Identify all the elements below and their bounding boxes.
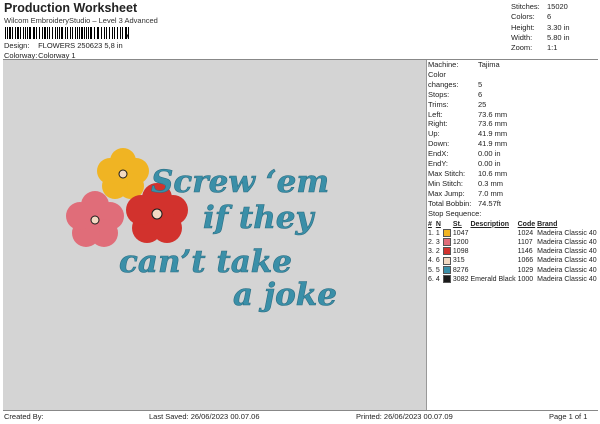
page-title: Production Worksheet (4, 1, 138, 15)
barcode (5, 27, 129, 39)
machine-info-row: Down: 41.9 mm (428, 139, 508, 149)
design-text-line-2: if they (203, 200, 315, 236)
machine-info-panel: Machine: Tajima Color changes: 5 Stops: 6 Trim… (428, 60, 598, 284)
stat-row: Zoom: 1:1 (511, 43, 558, 53)
machine-info-row: Max Stitch: 10.6 mm (428, 168, 508, 178)
machine-info-row: Machine: Tajima (428, 60, 500, 69)
design-label: Design: (4, 41, 30, 50)
footer-last-saved: Last Saved: 26/06/2023 00.07.06 (149, 412, 260, 421)
table-row: 1. 1 1047 1024 Madeira Classic 40 (428, 228, 597, 237)
stop-sequence-table: # N St. Description Code Brand 1. 1 1047 10… (428, 220, 599, 285)
footer-created-by: Created By: (4, 412, 44, 421)
pink-flower (66, 191, 124, 247)
stat-row: Colors: 6 (511, 12, 552, 22)
color-swatch (442, 256, 451, 265)
color-swatch (442, 275, 451, 284)
table-row: 6. 4 3082 Emerald Black 1000 Madeira Classic … (428, 275, 597, 284)
machine-info-row: Left: 73.6 mm (428, 109, 508, 119)
barcode-suffix: , (126, 28, 129, 39)
design-preview: Screw ‘em if they can’t take a joke (3, 60, 427, 410)
machine-info-row: Stops: 6 (428, 89, 483, 99)
color-swatch (442, 265, 451, 274)
table-row: 2. 3 1200 1107 Madeira Classic 40 (428, 237, 597, 246)
stat-row: Stitches: 15020 (511, 2, 568, 11)
stats-block: Stitches: 15020 Colors: 6 Height: 3.30 in W… (511, 2, 570, 53)
table-row: 5. 5 8276 1029 Madeira Classic 40 (428, 265, 597, 274)
machine-info-row: Min Stitch: 0.3 mm (428, 178, 504, 188)
design-text-line-4: a joke (233, 277, 337, 313)
design-value: FLOWERS 250623 5,8 in (38, 41, 123, 50)
stat-row: Height: 3.30 in (511, 22, 570, 32)
embroidery-design: Screw ‘em if they can’t take a joke (66, 148, 337, 313)
footer-printed: Printed: 26/06/2023 00.07.09 (356, 412, 453, 421)
yellow-flower (97, 148, 149, 199)
stat-row: Width: 5.80 in (511, 32, 570, 42)
stop-sequence-label: Stop Sequence: (428, 208, 482, 218)
design-text-line-3: can’t take (119, 244, 292, 280)
footer-divider (3, 410, 598, 411)
software-subtitle: Wilcom EmbroideryStudio – Level 3 Advanc… (4, 16, 158, 25)
table-row: 4. 6 315 1066 Madeira Classic 40 (428, 256, 597, 265)
machine-info-row: Color changes: 5 (428, 69, 483, 89)
machine-info-row: Total Bobbin: 74.57ft (428, 198, 501, 208)
stop-table-header: # N St. Description Code Brand (428, 220, 558, 228)
design-text-line-1: Screw ‘em (151, 164, 329, 200)
table-row: 3. 2 1098 1146 Madeira Classic 40 (428, 247, 597, 256)
machine-info-row: EndX: 0.00 in (428, 149, 501, 159)
machine-info-row: Max Jump: 7.0 mm (428, 188, 504, 198)
machine-info-row: EndY: 0.00 in (428, 159, 501, 169)
machine-info-row: Right: 73.6 mm (428, 119, 508, 129)
color-swatch (442, 228, 451, 237)
color-swatch (442, 237, 451, 246)
color-swatch (442, 247, 451, 256)
machine-info-row: Up: 41.9 mm (428, 129, 508, 139)
machine-info-row: Trims: 25 (428, 99, 487, 109)
design-name-row: Design: FLOWERS 250623 5,8 in (4, 41, 123, 50)
footer-page: Page 1 of 1 (549, 412, 588, 421)
